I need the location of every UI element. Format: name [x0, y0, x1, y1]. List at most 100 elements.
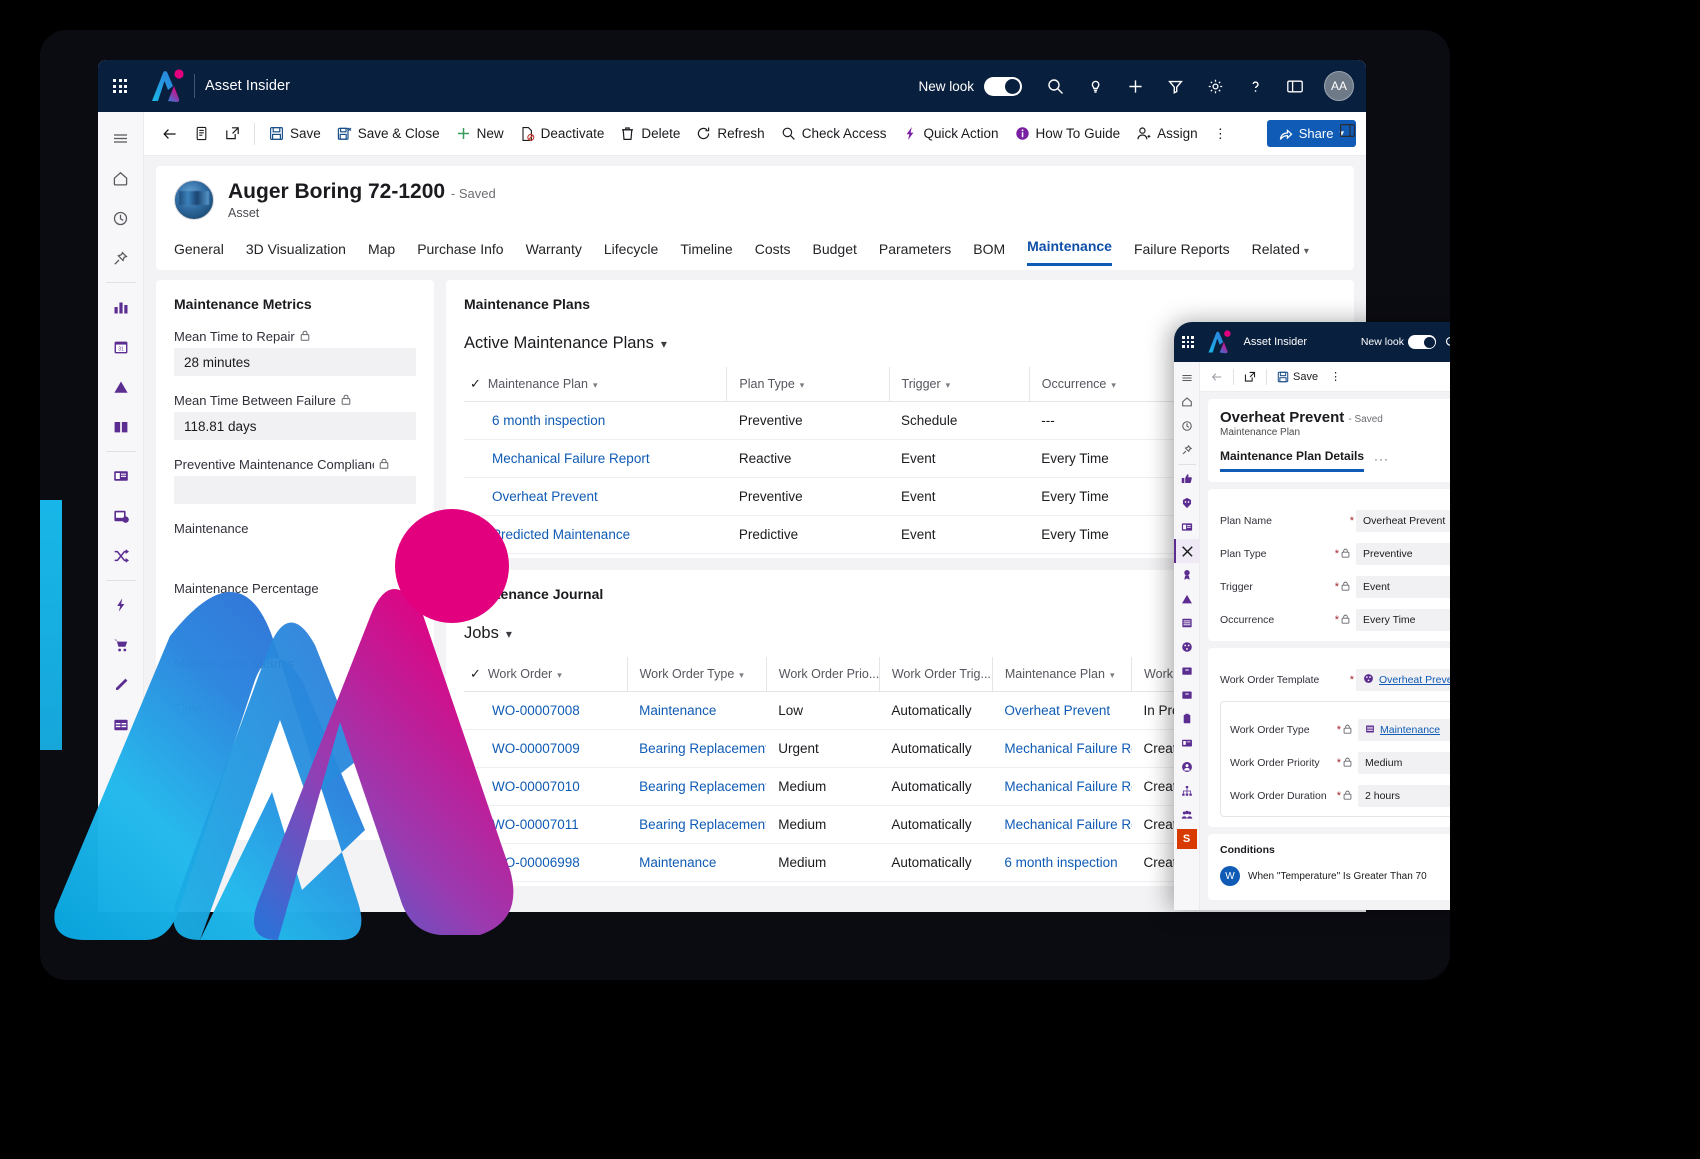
- table-cell[interactable]: 6 month inspection: [464, 401, 727, 440]
- calendar-icon[interactable]: 31: [98, 327, 144, 367]
- mobile-app-launcher-button[interactable]: [1182, 336, 1194, 348]
- tab-failure-reports[interactable]: Failure Reports: [1134, 241, 1230, 266]
- delete-button[interactable]: Delete: [612, 121, 688, 146]
- tab-timeline[interactable]: Timeline: [680, 241, 732, 266]
- pinned-icon[interactable]: [98, 238, 144, 278]
- record-link[interactable]: Mechanical Failure Repo: [1004, 741, 1131, 756]
- tab-map[interactable]: Map: [368, 241, 395, 266]
- home-icon[interactable]: [98, 158, 144, 198]
- contact-card-icon[interactable]: [1174, 515, 1199, 539]
- filter-icon[interactable]: [1156, 67, 1194, 105]
- home-icon[interactable]: [1174, 390, 1199, 414]
- record-link[interactable]: Bearing Replacement: [639, 741, 766, 756]
- new-button[interactable]: New: [448, 121, 512, 146]
- record-link[interactable]: Mechanical Failure Repo: [1004, 779, 1131, 794]
- tab-lifecycle[interactable]: Lifecycle: [604, 241, 658, 266]
- column-header-maintenance-plan[interactable]: Maintenance Plan ▾: [991, 657, 1132, 692]
- hierarchy-icon[interactable]: [1174, 779, 1199, 803]
- tools-wrench-icon[interactable]: [1174, 539, 1199, 563]
- form-selector-button[interactable]: [186, 121, 217, 146]
- check-access-button[interactable]: Check Access: [773, 121, 895, 146]
- app-launcher-button[interactable]: [98, 60, 142, 112]
- save-close-button[interactable]: Save & Close: [329, 121, 448, 146]
- tab-general[interactable]: General: [174, 241, 224, 266]
- tab-maintenance[interactable]: Maintenance: [1027, 238, 1112, 266]
- recent-icon[interactable]: [1174, 414, 1199, 438]
- popout-button[interactable]: [217, 121, 248, 146]
- table-cell[interactable]: 6 month inspection: [992, 843, 1132, 882]
- column-header-trigger[interactable]: Trigger ▾: [888, 367, 1030, 402]
- column-header-occurrence[interactable]: Occurrence ▾: [1028, 367, 1183, 402]
- work-order-template-link[interactable]: Overheat Preve...: [1379, 674, 1461, 686]
- mtbf-value[interactable]: 118.81 days: [174, 412, 416, 440]
- hamburger-menu-icon[interactable]: [1174, 366, 1199, 390]
- tab-costs[interactable]: Costs: [755, 241, 791, 266]
- pinned-icon[interactable]: [1174, 438, 1199, 462]
- more-commands-button[interactable]: ⋮: [1206, 121, 1236, 147]
- back-button[interactable]: [154, 121, 186, 147]
- table-cell[interactable]: Mechanical Failure Repo: [992, 729, 1132, 768]
- help-icon[interactable]: [1236, 67, 1274, 105]
- tab-maintenance-plan-details[interactable]: Maintenance Plan Details: [1220, 449, 1365, 472]
- thumbs-up-icon[interactable]: [1174, 467, 1199, 491]
- tab-bom[interactable]: BOM: [973, 241, 1005, 266]
- tab-purchase-info[interactable]: Purchase Info: [417, 241, 503, 266]
- id-card-icon[interactable]: [1174, 731, 1199, 755]
- archive-icon[interactable]: [1174, 659, 1199, 683]
- quick-action-button[interactable]: Quick Action: [895, 121, 1007, 146]
- sales-badge-icon[interactable]: S: [1176, 829, 1197, 849]
- gear-icon[interactable]: [1196, 67, 1234, 105]
- list-icon[interactable]: [1174, 611, 1199, 635]
- save-button[interactable]: Save: [261, 121, 329, 146]
- table-cell[interactable]: Bearing Replacement: [627, 767, 767, 806]
- archive-2-icon[interactable]: [1174, 683, 1199, 707]
- mobile-more-commands-button[interactable]: ⋮: [1325, 367, 1346, 386]
- table-cell[interactable]: Mechanical Failure Repo: [992, 805, 1132, 844]
- record-link[interactable]: Bearing Replacement: [639, 817, 766, 832]
- table-cell[interactable]: Mechanical Failure Repo: [992, 767, 1132, 806]
- record-link[interactable]: Mechanical Failure Repo: [1004, 817, 1131, 832]
- tab-warranty[interactable]: Warranty: [526, 241, 582, 266]
- assets-triangle-icon[interactable]: [1174, 587, 1199, 611]
- assets-triangle-icon[interactable]: [98, 367, 144, 407]
- mobile-new-look-toggle[interactable]: [1408, 335, 1436, 349]
- side-pane-expand-icon[interactable]: [1339, 122, 1356, 144]
- assign-button[interactable]: Assign: [1128, 121, 1206, 146]
- how-to-guide-button[interactable]: How To Guide: [1007, 121, 1129, 146]
- team-icon[interactable]: [1174, 803, 1199, 827]
- record-link[interactable]: 6 month inspection: [492, 413, 605, 428]
- table-cell[interactable]: Maintenance: [627, 843, 767, 882]
- award-icon[interactable]: [1174, 563, 1199, 587]
- table-cell[interactable]: Bearing Replacement: [627, 805, 767, 844]
- dashboards-icon[interactable]: [98, 287, 144, 327]
- deactivate-button[interactable]: Deactivate: [512, 121, 613, 146]
- add-icon[interactable]: [1116, 67, 1154, 105]
- user-icon[interactable]: [1174, 755, 1199, 779]
- record-link[interactable]: 6 month inspection: [1004, 855, 1117, 870]
- record-link[interactable]: Maintenance: [1380, 724, 1440, 736]
- mobile-back-button[interactable]: [1206, 368, 1228, 386]
- tab-parameters[interactable]: Parameters: [879, 241, 951, 266]
- column-header-maintenance-plan[interactable]: ✓ Maintenance Plan ▾: [464, 367, 727, 402]
- hamburger-menu-icon[interactable]: [98, 118, 144, 158]
- tab-related[interactable]: Related ▾: [1252, 241, 1309, 266]
- column-header-plan-type[interactable]: Plan Type ▾: [726, 367, 890, 402]
- record-link[interactable]: Bearing Replacement: [639, 779, 766, 794]
- search-icon[interactable]: [1036, 67, 1074, 105]
- lightbulb-icon[interactable]: [1076, 67, 1114, 105]
- feedback-icon[interactable]: [1276, 67, 1314, 105]
- column-header-work-order-trig-[interactable]: Work Order Trig...▾: [878, 657, 993, 692]
- record-link[interactable]: Maintenance: [639, 703, 716, 718]
- record-link[interactable]: Maintenance: [639, 855, 716, 870]
- avatar[interactable]: AA: [1324, 71, 1354, 101]
- tab-3d-visualization[interactable]: 3D Visualization: [246, 241, 346, 266]
- mobile-popout-button[interactable]: [1239, 368, 1261, 386]
- refresh-button[interactable]: Refresh: [688, 121, 772, 146]
- table-cell[interactable]: Maintenance: [627, 691, 767, 730]
- record-link[interactable]: Overheat Prevent: [1004, 703, 1110, 718]
- mobile-tab-overflow[interactable]: ···: [1374, 452, 1389, 472]
- palette-icon[interactable]: [1174, 635, 1199, 659]
- table-cell[interactable]: Bearing Replacement: [627, 729, 767, 768]
- column-header-work-order-prio-[interactable]: Work Order Prio...▾: [765, 657, 880, 692]
- new-look-toggle[interactable]: [984, 76, 1022, 96]
